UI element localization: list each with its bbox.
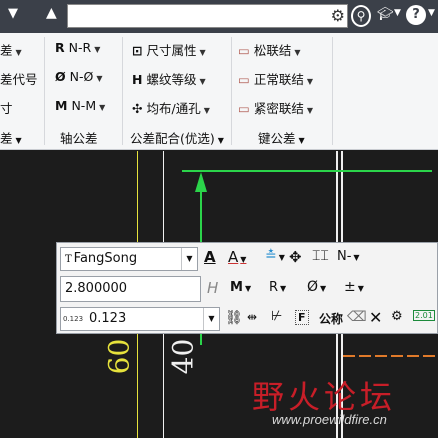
- text-height-input[interactable]: 2.800000: [60, 276, 201, 302]
- ribbon-item-n-r[interactable]: R N-R ▼: [55, 40, 100, 55]
- height-icon: H: [207, 279, 219, 297]
- key-fit-icon: ▭: [238, 101, 250, 116]
- search-input[interactable]: [68, 5, 318, 27]
- key-fit-icon: ▭: [238, 72, 250, 87]
- top-bar: ▼ ▲ ⚙ ⚲ 🎓︎ ▼ ? ▼: [0, 0, 438, 33]
- ribbon-item-pattern-thru[interactable]: ✣ 均布/通孔 ▼: [132, 98, 210, 117]
- frame-text-icon[interactable]: F: [295, 310, 309, 325]
- ratio-icon: 0.123: [63, 315, 84, 323]
- group-label-tolerance[interactable]: 差 ▼: [0, 128, 22, 147]
- dimension-40[interactable]: 40: [166, 339, 199, 375]
- chevron-down-icon[interactable]: ▼: [181, 248, 197, 270]
- orange-dashed-line: [343, 355, 438, 357]
- font-selector[interactable]: T FangSong ▼: [60, 247, 198, 271]
- chevron-down-icon[interactable]: ▼: [203, 308, 219, 330]
- ribbon-item-thread-class[interactable]: H 螺纹等级 ▼: [132, 69, 206, 88]
- search-box[interactable]: ⚙: [67, 4, 348, 28]
- spacing-icon[interactable]: ⌶⌶: [312, 248, 329, 264]
- ribbon-item-n-dia[interactable]: Ø N-Ø ▼: [55, 69, 103, 84]
- find-icon[interactable]: ⚲: [351, 5, 371, 27]
- m-style-button[interactable]: M ▼: [230, 280, 251, 295]
- link-icon[interactable]: ⛓: [225, 310, 243, 326]
- r-style-button[interactable]: R ▼: [269, 280, 286, 295]
- collapse-arrow-icon[interactable]: ▼: [8, 6, 18, 21]
- ribbon-item-tolerance-code[interactable]: 差代号: [0, 69, 38, 88]
- ribbon: 差 ▼ 差代号 寸 差 ▼ R N-R ▼ Ø N-Ø ▼ M N-M ▼ 轴公差 ⊡ 尺寸属性 ▼…: [0, 33, 438, 150]
- text-format-toolbar: T FangSong ▼ A A ▼ ≛ ▼ ✥ ⌶⌶ N- ▼ 2.800000 H …: [56, 242, 438, 334]
- eraser-icon[interactable]: ⌫: [347, 309, 367, 325]
- ribbon-item-n-m[interactable]: M N-M ▼: [55, 98, 105, 113]
- ribbon-item-tight-key[interactable]: ▭ 紧密联结 ▼: [238, 98, 313, 117]
- text-align-icon[interactable]: ≛ ▼: [265, 248, 285, 264]
- slant-icon[interactable]: ⊬: [271, 309, 282, 324]
- green-dim-line: [182, 170, 432, 172]
- close-icon[interactable]: ✕: [369, 308, 382, 327]
- ribbon-item-size[interactable]: 寸: [0, 98, 13, 117]
- ribbon-item-tolerance[interactable]: 差 ▼: [0, 40, 22, 59]
- ribbon-item-loose-key[interactable]: ▭ 松联结 ▼: [238, 40, 300, 59]
- toggle-icon[interactable]: 2.01: [413, 310, 435, 321]
- watermark-url: www.proewildfire.cn: [272, 412, 387, 427]
- n-style-button[interactable]: N- ▼: [337, 249, 360, 264]
- move-cross-icon[interactable]: ✥: [289, 248, 302, 266]
- font-icon: T: [65, 254, 72, 265]
- gear-icon[interactable]: ⚙: [331, 6, 345, 25]
- spacing-horizontal-icon[interactable]: ⇹: [247, 310, 257, 324]
- key-fit-icon: ▭: [238, 43, 250, 58]
- group-label-tolerance-fit[interactable]: 公差配合(优选) ▼: [130, 128, 224, 147]
- chevron-down-icon[interactable]: ▼: [394, 8, 401, 18]
- group-label-key-tolerance[interactable]: 键公差 ▼: [258, 128, 305, 147]
- green-arrow-icon: [195, 172, 207, 192]
- help-icon[interactable]: ?: [406, 5, 426, 25]
- text-color-button[interactable]: A ▼: [228, 248, 246, 266]
- group-label-axis-tolerance[interactable]: 轴公差: [60, 128, 98, 147]
- nominal-text-icon[interactable]: 公称: [319, 310, 343, 327]
- plus-minus-button[interactable]: ± ▼: [344, 279, 364, 295]
- settings-check-icon[interactable]: ⚙: [391, 309, 403, 324]
- graduation-cap-icon[interactable]: 🎓︎: [377, 7, 394, 22]
- expand-up-icon[interactable]: ▲: [46, 5, 57, 21]
- ribbon-item-dimension-props[interactable]: ⊡ 尺寸属性 ▼: [132, 40, 206, 59]
- diameter-button[interactable]: Ø ▼: [307, 279, 326, 295]
- ribbon-item-normal-key[interactable]: ▭ 正常联结 ▼: [238, 69, 313, 88]
- width-ratio-selector[interactable]: 0.123 0.123 ▼: [60, 307, 220, 331]
- dimension-60[interactable]: 60: [102, 339, 135, 375]
- chevron-down-icon[interactable]: ▼: [428, 8, 435, 18]
- bold-text-button[interactable]: A: [204, 248, 216, 266]
